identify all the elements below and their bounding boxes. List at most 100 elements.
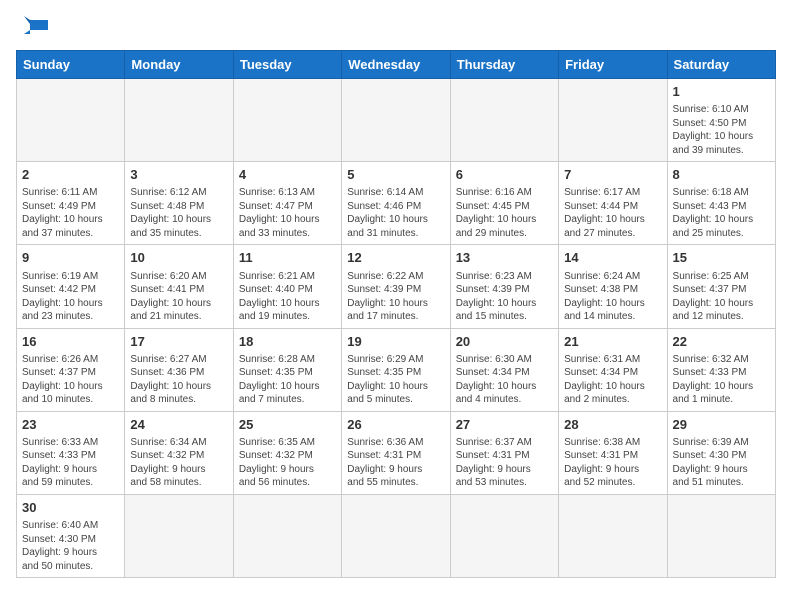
weekday-header-saturday: Saturday [667,51,775,79]
day-info: Sunrise: 6:11 AM Sunset: 4:49 PM Dayligh… [22,186,119,240]
day-number: 6 [456,166,553,184]
day-info: Sunrise: 6:37 AM Sunset: 4:31 PM Dayligh… [456,436,553,490]
calendar-day-cell: 21 Sunrise: 6:31 AM Sunset: 4:34 PM Dayli… [559,328,667,411]
day-number: 21 [564,333,661,351]
calendar-day-cell: 2 Sunrise: 6:11 AM Sunset: 4:49 PM Daylig… [17,162,125,245]
calendar-day-cell [559,79,667,162]
day-info: Sunrise: 6:38 AM Sunset: 4:31 PM Dayligh… [564,436,661,490]
day-info: Sunrise: 6:26 AM Sunset: 4:37 PM Dayligh… [22,353,119,407]
day-info: Sunrise: 6:28 AM Sunset: 4:35 PM Dayligh… [239,353,336,407]
calendar-day-cell: 17Sunrise: 6:27 AM Sunset: 4:36 PM Dayli… [125,328,233,411]
day-number: 30 [22,499,119,517]
day-info: Sunrise: 6:36 AM Sunset: 4:31 PM Dayligh… [347,436,444,490]
day-number: 22 [673,333,770,351]
calendar-day-cell: 20 Sunrise: 6:30 AM Sunset: 4:34 PM Dayli… [450,328,558,411]
calendar-day-cell [125,494,233,577]
day-info: Sunrise: 6:16 AM Sunset: 4:45 PM Dayligh… [456,186,553,240]
day-info: Sunrise: 6:17 AM Sunset: 4:44 PM Dayligh… [564,186,661,240]
day-info: Sunrise: 6:12 AM Sunset: 4:48 PM Dayligh… [130,186,227,240]
calendar-day-cell: 13 Sunrise: 6:23 AM Sunset: 4:39 PM Dayli… [450,245,558,328]
day-number: 26 [347,416,444,434]
day-number: 3 [130,166,227,184]
weekday-header-friday: Friday [559,51,667,79]
day-info: Sunrise: 6:24 AM Sunset: 4:38 PM Dayligh… [564,270,661,324]
day-info: Sunrise: 6:35 AM Sunset: 4:32 PM Dayligh… [239,436,336,490]
calendar-week-row: 16 Sunrise: 6:26 AM Sunset: 4:37 PM Dayli… [17,328,776,411]
day-number: 10 [130,249,227,267]
day-info: Sunrise: 6:22 AM Sunset: 4:39 PM Dayligh… [347,270,444,324]
day-number: 9 [22,249,119,267]
calendar-day-cell: 9Sunrise: 6:19 AM Sunset: 4:42 PM Daylig… [17,245,125,328]
day-number: 16 [22,333,119,351]
day-number: 8 [673,166,770,184]
calendar-day-cell: 8 Sunrise: 6:18 AM Sunset: 4:43 PM Daylig… [667,162,775,245]
calendar-week-row: 30 Sunrise: 6:40 AM Sunset: 4:30 PM Dayli… [17,494,776,577]
day-info: Sunrise: 6:32 AM Sunset: 4:33 PM Dayligh… [673,353,770,407]
weekday-header-thursday: Thursday [450,51,558,79]
calendar-day-cell [559,494,667,577]
day-number: 15 [673,249,770,267]
day-info: Sunrise: 6:40 AM Sunset: 4:30 PM Dayligh… [22,519,119,573]
day-number: 25 [239,416,336,434]
weekday-header-wednesday: Wednesday [342,51,450,79]
calendar-day-cell: 6 Sunrise: 6:16 AM Sunset: 4:45 PM Daylig… [450,162,558,245]
day-number: 20 [456,333,553,351]
day-info: Sunrise: 6:25 AM Sunset: 4:37 PM Dayligh… [673,270,770,324]
calendar-table: SundayMondayTuesdayWednesdayThursdayFrid… [16,50,776,578]
day-info: Sunrise: 6:21 AM Sunset: 4:40 PM Dayligh… [239,270,336,324]
calendar-day-cell: 15 Sunrise: 6:25 AM Sunset: 4:37 PM Dayli… [667,245,775,328]
day-number: 1 [673,83,770,101]
day-number: 27 [456,416,553,434]
calendar-day-cell: 23 Sunrise: 6:33 AM Sunset: 4:33 PM Dayli… [17,411,125,494]
weekday-header-monday: Monday [125,51,233,79]
day-number: 24 [130,416,227,434]
day-number: 17 [130,333,227,351]
calendar-week-row: 2 Sunrise: 6:11 AM Sunset: 4:49 PM Daylig… [17,162,776,245]
day-info: Sunrise: 6:14 AM Sunset: 4:46 PM Dayligh… [347,186,444,240]
calendar-day-cell: 10 Sunrise: 6:20 AM Sunset: 4:41 PM Dayli… [125,245,233,328]
calendar-day-cell: 27 Sunrise: 6:37 AM Sunset: 4:31 PM Dayli… [450,411,558,494]
calendar-day-cell [342,79,450,162]
calendar-day-cell: 12Sunrise: 6:22 AM Sunset: 4:39 PM Dayli… [342,245,450,328]
day-info: Sunrise: 6:10 AM Sunset: 4:50 PM Dayligh… [673,103,770,157]
calendar-day-cell: 18 Sunrise: 6:28 AM Sunset: 4:35 PM Dayli… [233,328,341,411]
weekday-header-sunday: Sunday [17,51,125,79]
day-info: Sunrise: 6:33 AM Sunset: 4:33 PM Dayligh… [22,436,119,490]
day-info: Sunrise: 6:29 AM Sunset: 4:35 PM Dayligh… [347,353,444,407]
calendar-day-cell [450,79,558,162]
calendar-day-cell [233,494,341,577]
calendar-day-cell: 28 Sunrise: 6:38 AM Sunset: 4:31 PM Dayli… [559,411,667,494]
day-info: Sunrise: 6:20 AM Sunset: 4:41 PM Dayligh… [130,270,227,324]
calendar-day-cell: 26 Sunrise: 6:36 AM Sunset: 4:31 PM Dayli… [342,411,450,494]
day-number: 11 [239,249,336,267]
weekday-header-tuesday: Tuesday [233,51,341,79]
day-info: Sunrise: 6:18 AM Sunset: 4:43 PM Dayligh… [673,186,770,240]
calendar-day-cell [125,79,233,162]
calendar-day-cell: 29Sunrise: 6:39 AM Sunset: 4:30 PM Dayli… [667,411,775,494]
calendar-week-row: 23 Sunrise: 6:33 AM Sunset: 4:33 PM Dayli… [17,411,776,494]
day-number: 23 [22,416,119,434]
day-number: 18 [239,333,336,351]
day-number: 2 [22,166,119,184]
day-number: 28 [564,416,661,434]
calendar-week-row: 9Sunrise: 6:19 AM Sunset: 4:42 PM Daylig… [17,245,776,328]
day-info: Sunrise: 6:13 AM Sunset: 4:47 PM Dayligh… [239,186,336,240]
calendar-day-cell: 14 Sunrise: 6:24 AM Sunset: 4:38 PM Dayli… [559,245,667,328]
day-info: Sunrise: 6:23 AM Sunset: 4:39 PM Dayligh… [456,270,553,324]
day-number: 13 [456,249,553,267]
logo-icon [20,16,52,40]
day-number: 19 [347,333,444,351]
calendar-day-cell: 22 Sunrise: 6:32 AM Sunset: 4:33 PM Dayli… [667,328,775,411]
day-info: Sunrise: 6:31 AM Sunset: 4:34 PM Dayligh… [564,353,661,407]
calendar-day-cell [667,494,775,577]
calendar-day-cell: 4 Sunrise: 6:13 AM Sunset: 4:47 PM Daylig… [233,162,341,245]
calendar-day-cell: 24Sunrise: 6:34 AM Sunset: 4:32 PM Dayli… [125,411,233,494]
day-info: Sunrise: 6:30 AM Sunset: 4:34 PM Dayligh… [456,353,553,407]
day-number: 4 [239,166,336,184]
day-info: Sunrise: 6:39 AM Sunset: 4:30 PM Dayligh… [673,436,770,490]
calendar-day-cell: 19 Sunrise: 6:29 AM Sunset: 4:35 PM Dayli… [342,328,450,411]
calendar-day-cell: 16 Sunrise: 6:26 AM Sunset: 4:37 PM Dayli… [17,328,125,411]
calendar-week-row: 1 Sunrise: 6:10 AM Sunset: 4:50 PM Daylig… [17,79,776,162]
calendar-day-cell: 30 Sunrise: 6:40 AM Sunset: 4:30 PM Dayli… [17,494,125,577]
day-number: 14 [564,249,661,267]
